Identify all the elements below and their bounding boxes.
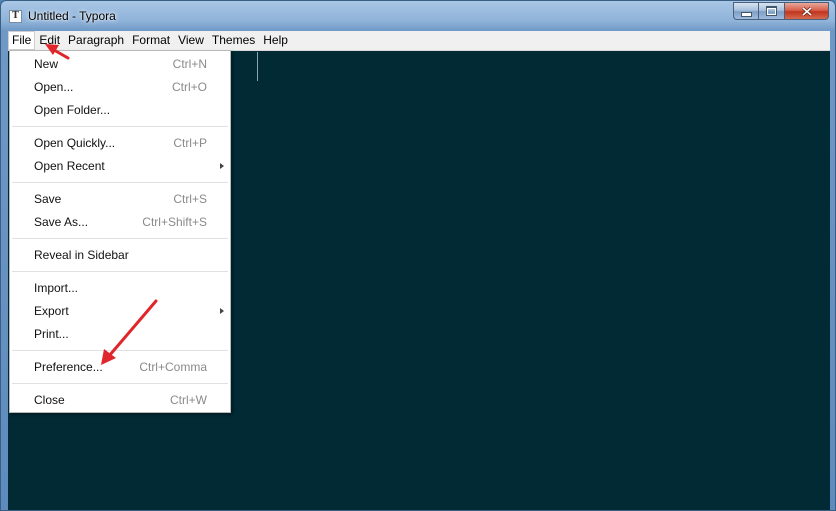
menu-help[interactable]: Help bbox=[259, 31, 292, 50]
menu-item-shortcut: Ctrl+W bbox=[170, 393, 207, 407]
menu-item-label: Open Quickly... bbox=[34, 136, 116, 150]
close-icon bbox=[801, 6, 812, 16]
menu-item-open-recent[interactable]: Open Recent bbox=[10, 155, 230, 177]
menu-item-label: Import... bbox=[34, 281, 79, 295]
text-cursor bbox=[257, 52, 258, 81]
menu-separator bbox=[12, 182, 228, 183]
typora-app-icon[interactable]: T bbox=[9, 10, 22, 23]
menu-view[interactable]: View bbox=[174, 31, 208, 50]
menu-item-label: Open Folder... bbox=[34, 103, 111, 117]
menu-item-print[interactable]: Print... bbox=[10, 323, 230, 345]
chevron-right-icon bbox=[220, 163, 224, 169]
maximize-button[interactable] bbox=[759, 2, 785, 20]
menu-item-open-folder[interactable]: Open Folder... bbox=[10, 99, 230, 121]
menu-paragraph[interactable]: Paragraph bbox=[64, 31, 128, 50]
menu-format[interactable]: Format bbox=[128, 31, 174, 50]
window-controls bbox=[733, 2, 829, 20]
menu-item-close[interactable]: Close Ctrl+W bbox=[10, 389, 230, 411]
menu-item-reveal-in-sidebar[interactable]: Reveal in Sidebar bbox=[10, 244, 230, 266]
menu-file[interactable]: File bbox=[8, 31, 36, 50]
menu-item-label: Preference... bbox=[34, 360, 103, 374]
menu-item-label: Export bbox=[34, 304, 69, 318]
window-title: Untitled - Typora bbox=[28, 9, 116, 23]
menu-item-open-quickly[interactable]: Open Quickly... Ctrl+P bbox=[10, 132, 230, 154]
menu-item-label: Reveal in Sidebar bbox=[34, 248, 129, 262]
menu-item-save-as[interactable]: Save As... Ctrl+Shift+S bbox=[10, 211, 230, 233]
maximize-icon bbox=[766, 6, 777, 16]
menu-separator bbox=[12, 350, 228, 351]
menu-bar: File Edit Paragraph Format View Themes H… bbox=[8, 31, 830, 51]
menu-item-shortcut: Ctrl+Comma bbox=[139, 360, 207, 374]
menu-item-preference[interactable]: Preference... Ctrl+Comma bbox=[10, 356, 230, 378]
menu-edit[interactable]: Edit bbox=[35, 31, 64, 50]
menu-themes[interactable]: Themes bbox=[208, 31, 259, 50]
menu-item-save[interactable]: Save Ctrl+S bbox=[10, 188, 230, 210]
close-button[interactable] bbox=[785, 2, 829, 20]
menu-item-label: New bbox=[34, 57, 59, 71]
menu-item-shortcut: Ctrl+S bbox=[173, 192, 207, 206]
title-bar[interactable]: T Untitled - Typora bbox=[1, 1, 835, 31]
menu-item-label: Open Recent bbox=[34, 159, 105, 173]
file-menu-dropdown: New Ctrl+N Open... Ctrl+O Open Folder...… bbox=[9, 50, 231, 413]
menu-item-label: Save bbox=[34, 192, 62, 206]
menu-separator bbox=[12, 126, 228, 127]
menu-item-export[interactable]: Export bbox=[10, 300, 230, 322]
menu-item-shortcut: Ctrl+Shift+S bbox=[142, 215, 207, 229]
menu-item-shortcut: Ctrl+N bbox=[172, 57, 207, 71]
minimize-icon bbox=[740, 11, 752, 17]
menu-item-shortcut: Ctrl+P bbox=[173, 136, 207, 150]
menu-item-label: Print... bbox=[34, 327, 69, 341]
menu-item-label: Save As... bbox=[34, 215, 89, 229]
app-window: T Untitled - Typora File Edit Paragraph … bbox=[0, 0, 836, 511]
menu-item-label: Close bbox=[34, 393, 65, 407]
menu-item-label: Open... bbox=[34, 80, 74, 94]
menu-item-import[interactable]: Import... bbox=[10, 277, 230, 299]
menu-item-new[interactable]: New Ctrl+N bbox=[10, 53, 230, 75]
menu-separator bbox=[12, 238, 228, 239]
menu-item-shortcut: Ctrl+O bbox=[171, 80, 207, 94]
chevron-right-icon bbox=[220, 308, 224, 314]
menu-separator bbox=[12, 271, 228, 272]
minimize-button[interactable] bbox=[733, 2, 759, 20]
menu-separator bbox=[12, 383, 228, 384]
menu-item-open[interactable]: Open... Ctrl+O bbox=[10, 76, 230, 98]
